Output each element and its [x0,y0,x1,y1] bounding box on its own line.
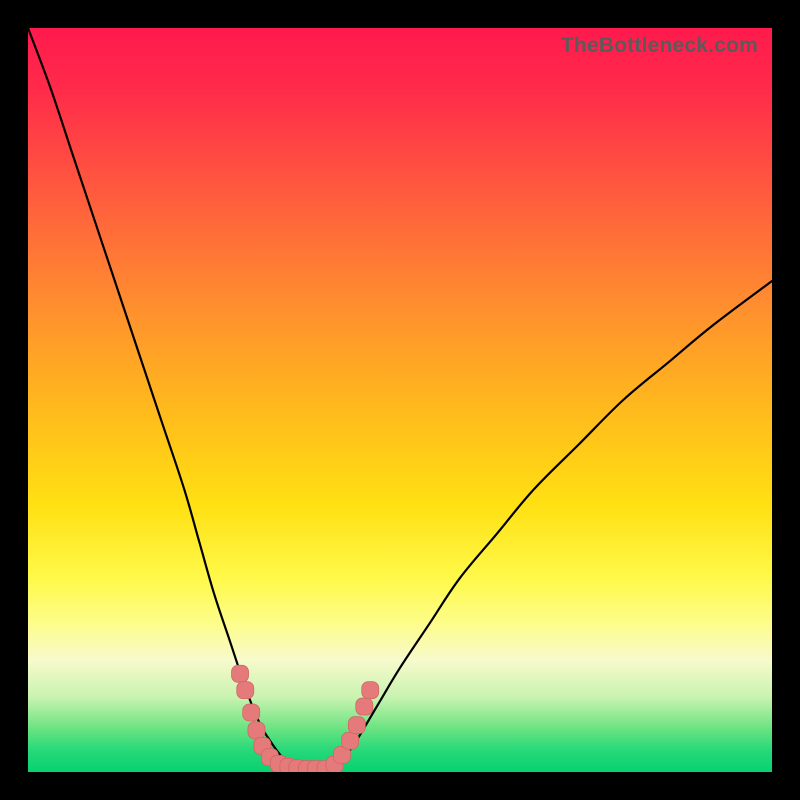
data-marker [248,722,265,739]
data-marker [232,665,249,682]
data-marker [237,682,254,699]
data-marker [348,717,365,734]
data-marker [243,704,260,721]
data-marker [342,732,359,749]
curves-svg [28,28,772,772]
left-curve [28,28,326,769]
plot-area: TheBottleneck.com [28,28,772,772]
data-marker [356,698,373,715]
marker-group [232,665,379,772]
data-marker [362,682,379,699]
right-curve [326,281,772,769]
chart-frame: TheBottleneck.com [0,0,800,800]
watermark-text: TheBottleneck.com [561,34,758,58]
